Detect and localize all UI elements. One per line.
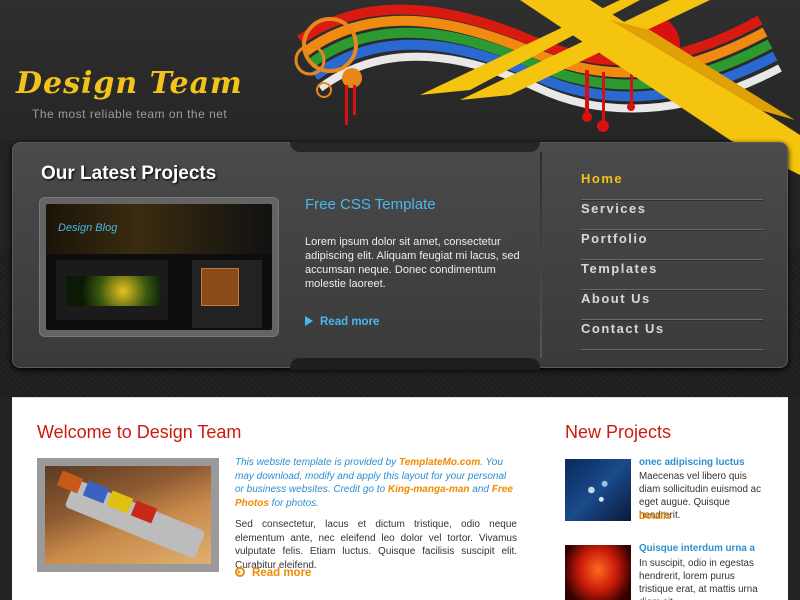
new-project-thumbnail[interactable] (565, 459, 631, 521)
panel-divider (540, 152, 542, 358)
nav-item-contact-us[interactable]: Contact Us (581, 320, 763, 350)
panel-notch (290, 142, 540, 152)
read-more-label: Read more (252, 567, 312, 579)
thumbnail-logo: Design Blog (58, 222, 118, 234)
read-more-link[interactable]: Read more (305, 316, 379, 328)
site-logo[interactable]: Design Team (16, 66, 243, 101)
nav-item-portfolio[interactable]: Portfolio (581, 230, 763, 260)
details-link[interactable]: Details (639, 511, 671, 522)
new-project-title[interactable]: onec adipiscing luctus (639, 457, 745, 468)
latest-projects-title: Our Latest Projects (41, 163, 217, 184)
templatemo-link[interactable]: TemplateMo.com (399, 457, 480, 468)
intro-text: This website template is provided by Tem… (235, 456, 517, 510)
new-project-text: In suscipit, odio in egestas hendrerit, … (639, 558, 758, 600)
site-tagline: The most reliable team on the net (32, 107, 228, 121)
binder-clips-photo (45, 466, 211, 564)
circle-arrow-icon (235, 567, 245, 577)
project-description: Lorem ipsum dolor sit amet, consectetur … (305, 236, 520, 290)
welcome-title: Welcome to Design Team (37, 422, 242, 442)
welcome-read-more-link[interactable]: Read more (235, 567, 311, 579)
nav-item-services[interactable]: Services (581, 200, 763, 230)
intro-text-part: for photos. (268, 497, 319, 509)
nav-item-home[interactable]: Home (581, 170, 763, 200)
main-nav: Home Services Portfolio Templates About … (581, 170, 763, 350)
welcome-photo (37, 458, 219, 572)
read-more-label: Read more (320, 316, 380, 328)
panel-notch (290, 358, 540, 370)
king-manga-man-link[interactable]: King-manga-man (388, 484, 470, 495)
project-thumbnail[interactable]: Design Blog (39, 197, 279, 337)
project-screenshot: Design Blog (46, 204, 272, 330)
welcome-body-text: Sed consectetur, lacus et dictum tristiq… (235, 519, 517, 571)
intro-text-part: This website template is provided by (235, 457, 399, 468)
nav-item-templates[interactable]: Templates (581, 260, 763, 290)
thumbnail-box (201, 268, 239, 306)
new-projects-title: New Projects (565, 422, 672, 442)
play-arrow-icon (305, 316, 313, 326)
new-project-title[interactable]: Quisque interdum urna a (639, 543, 755, 554)
intro-text-part: and (469, 484, 492, 496)
new-project-thumbnail[interactable] (565, 545, 631, 600)
project-title[interactable]: Free CSS Template (305, 196, 436, 213)
thumbnail-image (66, 276, 161, 306)
nav-item-about-us[interactable]: About Us (581, 290, 763, 320)
